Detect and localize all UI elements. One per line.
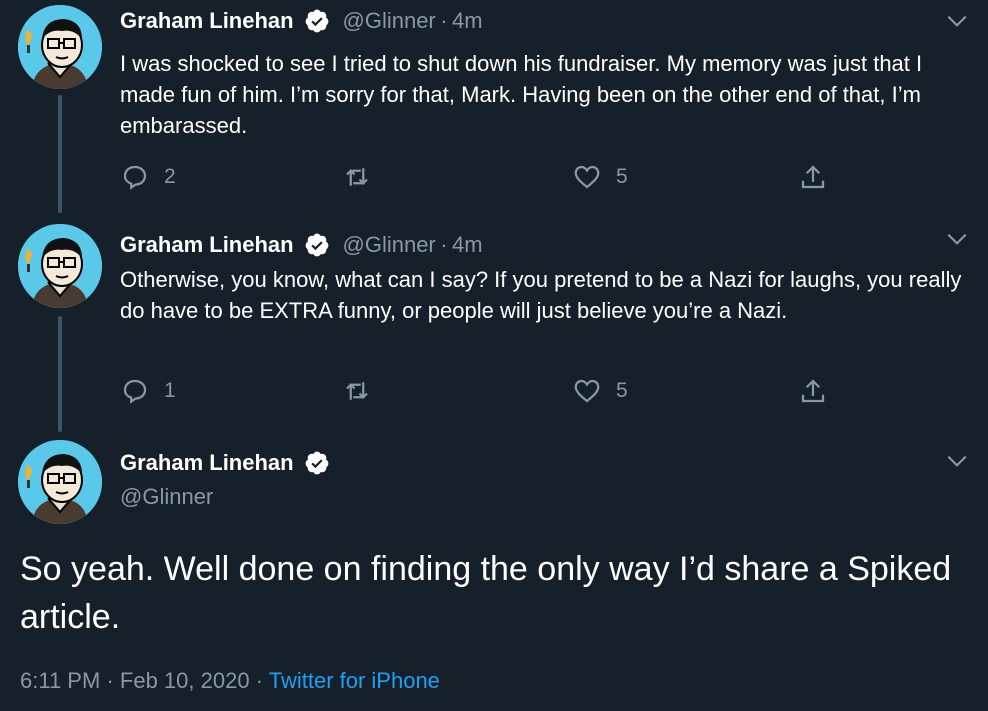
post-date[interactable]: Feb 10, 2020 [120, 668, 250, 693]
post-time[interactable]: 6:11 PM [20, 668, 100, 693]
verified-icon [305, 451, 329, 475]
main-tweet-text: So yeah. Well done on finding the only w… [20, 550, 952, 636]
timestamp[interactable]: 4m [452, 8, 483, 33]
retweet-icon [346, 168, 368, 186]
tweet-2[interactable]: Graham Linehan @Glinner · 4m Otherwise, … [0, 224, 988, 432]
tweet-actions: 1 5 [120, 374, 840, 408]
reply-button[interactable]: 1 [120, 374, 176, 408]
thread-line [58, 316, 62, 432]
display-name[interactable]: Graham Linehan [120, 450, 294, 475]
chevron-down-icon[interactable] [944, 448, 970, 474]
tweet-text: Otherwise, you know, what can I say? If … [120, 267, 962, 323]
handle[interactable]: @Glinner [343, 8, 436, 33]
chevron-down-icon[interactable] [944, 226, 970, 252]
display-name[interactable]: Graham Linehan [120, 8, 294, 33]
thread-line [58, 95, 62, 213]
display-name[interactable]: Graham Linehan [120, 232, 294, 257]
retweet-button[interactable] [342, 160, 386, 194]
avatar[interactable] [18, 440, 102, 524]
reply-count: 2 [164, 165, 176, 188]
handle[interactable]: @Glinner [120, 484, 338, 510]
like-icon [574, 165, 600, 189]
reply-icon [123, 165, 147, 190]
like-count: 5 [616, 379, 628, 402]
separator: · [440, 8, 448, 33]
tweet-header: Graham Linehan @Glinner · 4m [120, 232, 483, 258]
like-button[interactable]: 5 [572, 160, 628, 194]
main-tweet-header: Graham Linehan @Glinner [120, 450, 338, 510]
source-link[interactable]: Twitter for iPhone [269, 668, 440, 693]
share-button[interactable] [798, 160, 828, 194]
verified-icon [305, 233, 329, 257]
like-button[interactable]: 5 [572, 374, 628, 408]
tweet-header: Graham Linehan @Glinner · 4m [120, 8, 483, 34]
reply-count: 1 [164, 379, 176, 402]
tweet-thread: Graham Linehan @Glinner · 4m I was shock… [0, 0, 988, 711]
retweet-button[interactable] [342, 374, 386, 408]
share-button[interactable] [798, 374, 828, 408]
verified-icon [305, 9, 329, 33]
reply-button[interactable]: 2 [120, 160, 176, 194]
separator: · [106, 668, 114, 693]
tweet-actions: 2 5 [120, 160, 840, 194]
separator: · [440, 232, 448, 257]
like-icon [574, 379, 600, 403]
chevron-down-icon[interactable] [944, 8, 970, 34]
avatar[interactable] [18, 224, 102, 308]
timestamp[interactable]: 4m [452, 232, 483, 257]
tweet-1[interactable]: Graham Linehan @Glinner · 4m I was shock… [0, 0, 988, 215]
retweet-icon [346, 382, 368, 400]
tweet-meta: 6:11 PM · Feb 10, 2020 · Twitter for iPh… [20, 668, 440, 694]
like-count: 5 [616, 165, 628, 188]
separator: · [255, 668, 264, 693]
share-icon [801, 165, 825, 189]
share-icon [801, 379, 825, 403]
avatar[interactable] [18, 5, 102, 89]
handle[interactable]: @Glinner [343, 232, 436, 257]
tweet-text: I was shocked to see I tried to shut dow… [120, 51, 923, 138]
reply-icon [123, 379, 147, 404]
